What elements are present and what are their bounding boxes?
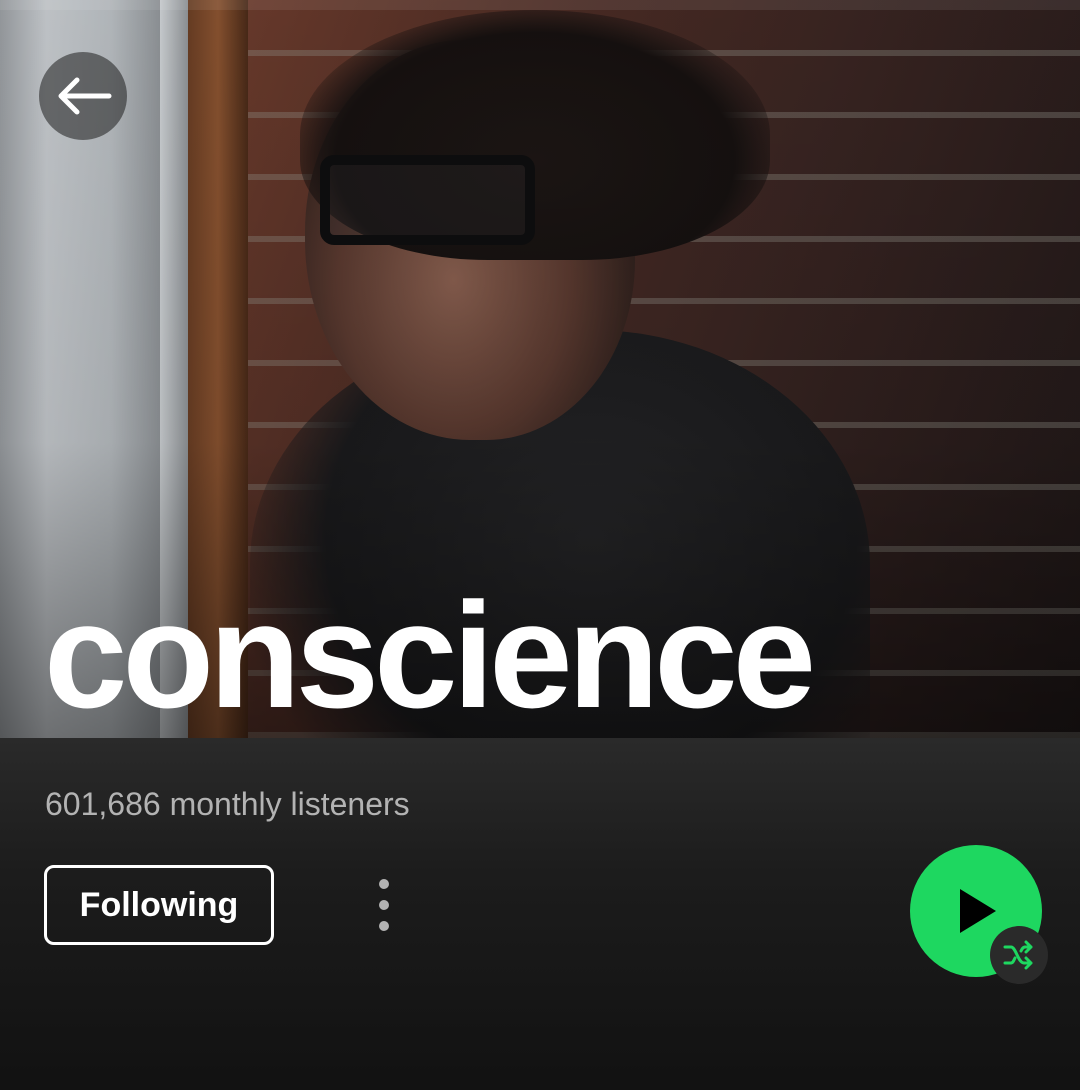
arrow-left-icon bbox=[58, 77, 112, 115]
more-options-button[interactable] bbox=[358, 868, 410, 942]
artist-name: conscience bbox=[44, 571, 816, 739]
more-vertical-icon-dot bbox=[379, 900, 389, 910]
play-icon bbox=[960, 889, 996, 933]
shuffle-button[interactable] bbox=[990, 926, 1048, 984]
related-row-cutoff bbox=[45, 1060, 1080, 1090]
shuffle-icon bbox=[1003, 940, 1033, 970]
monthly-listeners: 601,686 monthly listeners bbox=[45, 786, 410, 822]
back-button[interactable] bbox=[39, 52, 127, 140]
status-bar bbox=[0, 0, 1080, 10]
more-vertical-icon-dot bbox=[379, 921, 389, 931]
more-vertical-icon bbox=[379, 879, 389, 889]
following-button[interactable]: Following bbox=[44, 865, 274, 945]
